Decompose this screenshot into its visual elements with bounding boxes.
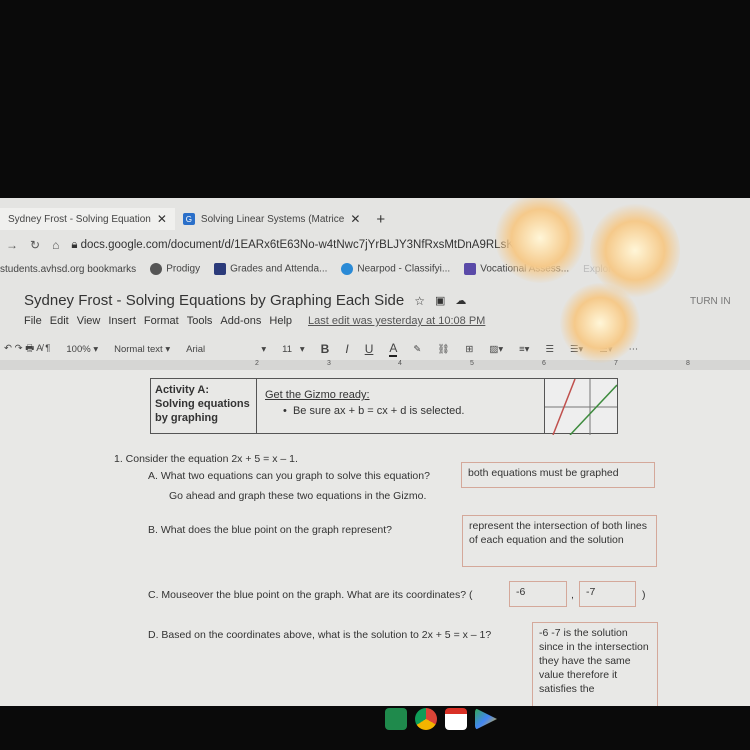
menu-insert[interactable]: Insert [108,315,136,327]
style-select[interactable]: Normal text ▾ [114,344,170,355]
undo-redo-icons[interactable]: ↶ ↷ 🖶︎ A̸ ¶ [4,341,50,357]
chrome-icon[interactable] [415,708,437,730]
underline-button[interactable]: U [365,342,374,356]
forward-icon[interactable]: → [6,238,18,252]
nearpod-icon [341,263,354,275]
browser-window: Sydney Frost - Solving Equation ✕ G Solvin… [0,198,750,706]
ruler: 2345678 [0,360,750,370]
menu-format[interactable]: Format [144,315,179,327]
menu-edit[interactable]: Edit [50,315,69,327]
x-coordinate-field[interactable]: -6 [509,581,567,607]
image-icon[interactable]: ▨▾ [489,344,503,355]
doc-title-row: Sydney Frost - Solving Equations by Grap… [24,292,466,309]
play-store-icon[interactable] [475,708,497,730]
cloud-icon: ☁ [455,295,467,307]
italic-button[interactable]: I [345,342,348,356]
highlight-icon[interactable]: ✎ [413,344,421,355]
lock-icon: 🔒︎ [71,238,81,251]
light-glare [560,283,640,363]
font-size-select[interactable]: 11 ▾ [282,344,305,355]
close-icon[interactable]: ✕ [157,212,167,226]
tab-sydney-frost[interactable]: Sydney Frost - Solving Equation ✕ [0,208,175,230]
close-icon[interactable]: ✕ [350,212,360,226]
font-select[interactable]: Arial ▾ [186,344,266,355]
comment-icon[interactable]: ⊞ [465,344,473,355]
forms-icon [464,263,477,275]
toolbar: ↶ ↷ 🖶︎ A̸ ¶ 100% ▾ Normal text ▾ Arial ▾… [0,340,750,358]
classroom-icon[interactable] [385,708,407,730]
turn-in-button[interactable]: TURN IN [690,296,731,307]
gizmo-graph-thumbnail [545,378,618,436]
menu-addons[interactable]: Add-ons [220,315,261,327]
answer-b-field[interactable]: represent the intersection of both lines… [462,515,657,567]
sis-icon [214,263,227,275]
menu-file[interactable]: File [24,315,42,327]
bookmark[interactable]: Nearpod - Classifyi... [341,263,450,275]
link-icon[interactable]: ⛓ [437,344,449,355]
star-icon[interactable]: ☆ [414,294,425,308]
bookmark[interactable]: students.avhsd.org bookmarks [0,264,136,275]
align-icon[interactable]: ≡▾ [519,344,529,355]
answer-d-field[interactable]: -6 -7 is the solution since in the inter… [532,622,658,706]
bold-button[interactable]: B [321,342,330,356]
y-coordinate-field[interactable]: -7 [579,581,636,607]
tab-solving-linear-systems[interactable]: G Solving Linear Systems (Matrice ✕ [175,208,368,230]
answer-a-field[interactable]: both equations must be graphed [461,462,655,488]
zoom-select[interactable]: 100% ▾ [66,344,98,355]
new-tab-button[interactable]: + [376,211,385,228]
last-edit-link[interactable]: Last edit was yesterday at 10:08 PM [308,315,485,327]
line-spacing-icon[interactable]: ☰ [545,344,554,355]
menu-view[interactable]: View [77,315,101,327]
bookmark[interactable]: Grades and Attenda... [214,263,327,275]
gizmo-icon: G [182,213,195,225]
menu-help[interactable]: Help [269,315,292,327]
folder-icon[interactable]: ▣ [435,294,445,307]
menu-bar: File Edit View Insert Format Tools Add-o… [24,315,485,327]
document-page[interactable]: Activity A: Solving equations by graphing… [0,370,750,706]
menu-tools[interactable]: Tools [187,315,213,327]
url-input[interactable]: 🔒︎ docs.google.com/document/d/1EARx6tE63… [71,239,544,252]
gmail-icon[interactable] [445,708,467,730]
text-color-button[interactable]: A [389,341,398,357]
reload-icon[interactable]: ↻ [30,238,40,252]
activity-table: Activity A: Solving equations by graphing… [150,378,618,436]
home-icon[interactable]: ⌂ [52,238,59,252]
taskbar [385,708,497,730]
bookmark[interactable]: Prodigy [150,263,200,275]
doc-title[interactable]: Sydney Frost - Solving Equations by Grap… [24,292,404,309]
globe-icon [150,263,163,275]
